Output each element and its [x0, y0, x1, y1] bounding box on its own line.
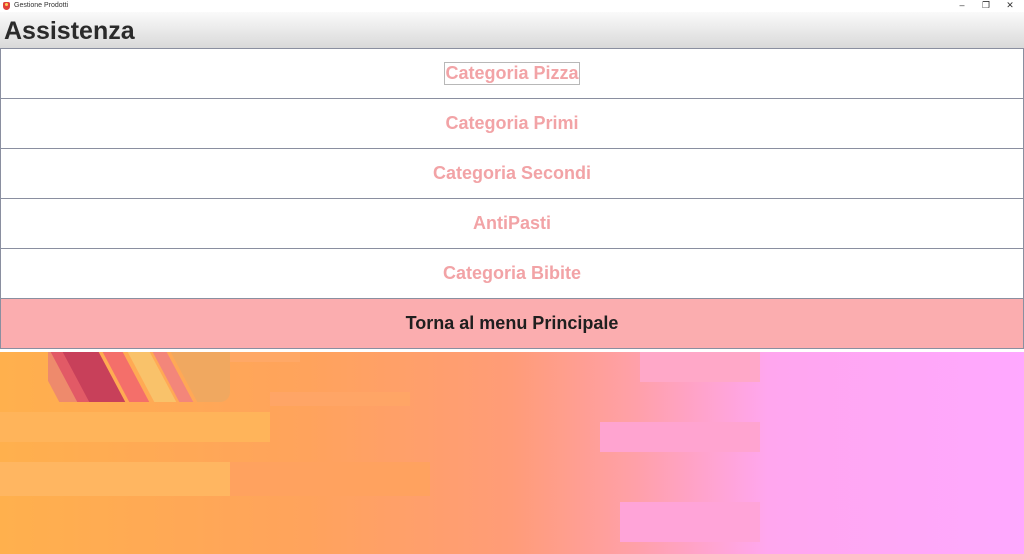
menu-item-label: Categoria Pizza [444, 62, 580, 85]
background-band [230, 462, 430, 496]
back-to-main-menu-button[interactable]: Torna al menu Principale [0, 298, 1024, 349]
back-button-label: Torna al menu Principale [405, 313, 619, 333]
app-icon [3, 2, 10, 10]
background-band [270, 392, 410, 406]
background-band [230, 352, 300, 362]
menu-item-label: Categoria Primi [445, 113, 579, 133]
categoria-bibite-button[interactable]: Categoria Bibite [0, 248, 1024, 299]
categoria-secondi-button[interactable]: Categoria Secondi [0, 148, 1024, 199]
logo-fragment [48, 352, 230, 402]
background-band [0, 462, 230, 496]
minimize-icon[interactable]: – [950, 0, 974, 12]
close-icon[interactable]: ✕ [998, 0, 1022, 12]
background-band [640, 352, 760, 382]
categoria-pizza-button[interactable]: Categoria Pizza [0, 48, 1024, 99]
background-band [600, 422, 760, 452]
menu-item-label: Categoria Secondi [432, 163, 592, 183]
category-menu: Categoria Pizza Categoria Primi Categori… [0, 48, 1024, 349]
background-image [0, 352, 1024, 554]
categoria-primi-button[interactable]: Categoria Primi [0, 98, 1024, 149]
background-band [0, 412, 270, 442]
menu-item-label: Categoria Bibite [442, 263, 582, 283]
page-title: Assistenza [4, 17, 135, 45]
page-header: Assistenza [0, 12, 1024, 48]
window-title: Gestione Prodotti [14, 2, 69, 9]
background-band [620, 502, 760, 542]
window-titlebar: Gestione Prodotti – ❐ ✕ [0, 0, 1024, 12]
maximize-icon[interactable]: ❐ [974, 0, 998, 12]
antipasti-button[interactable]: AntiPasti [0, 198, 1024, 249]
menu-item-label: AntiPasti [472, 213, 551, 233]
